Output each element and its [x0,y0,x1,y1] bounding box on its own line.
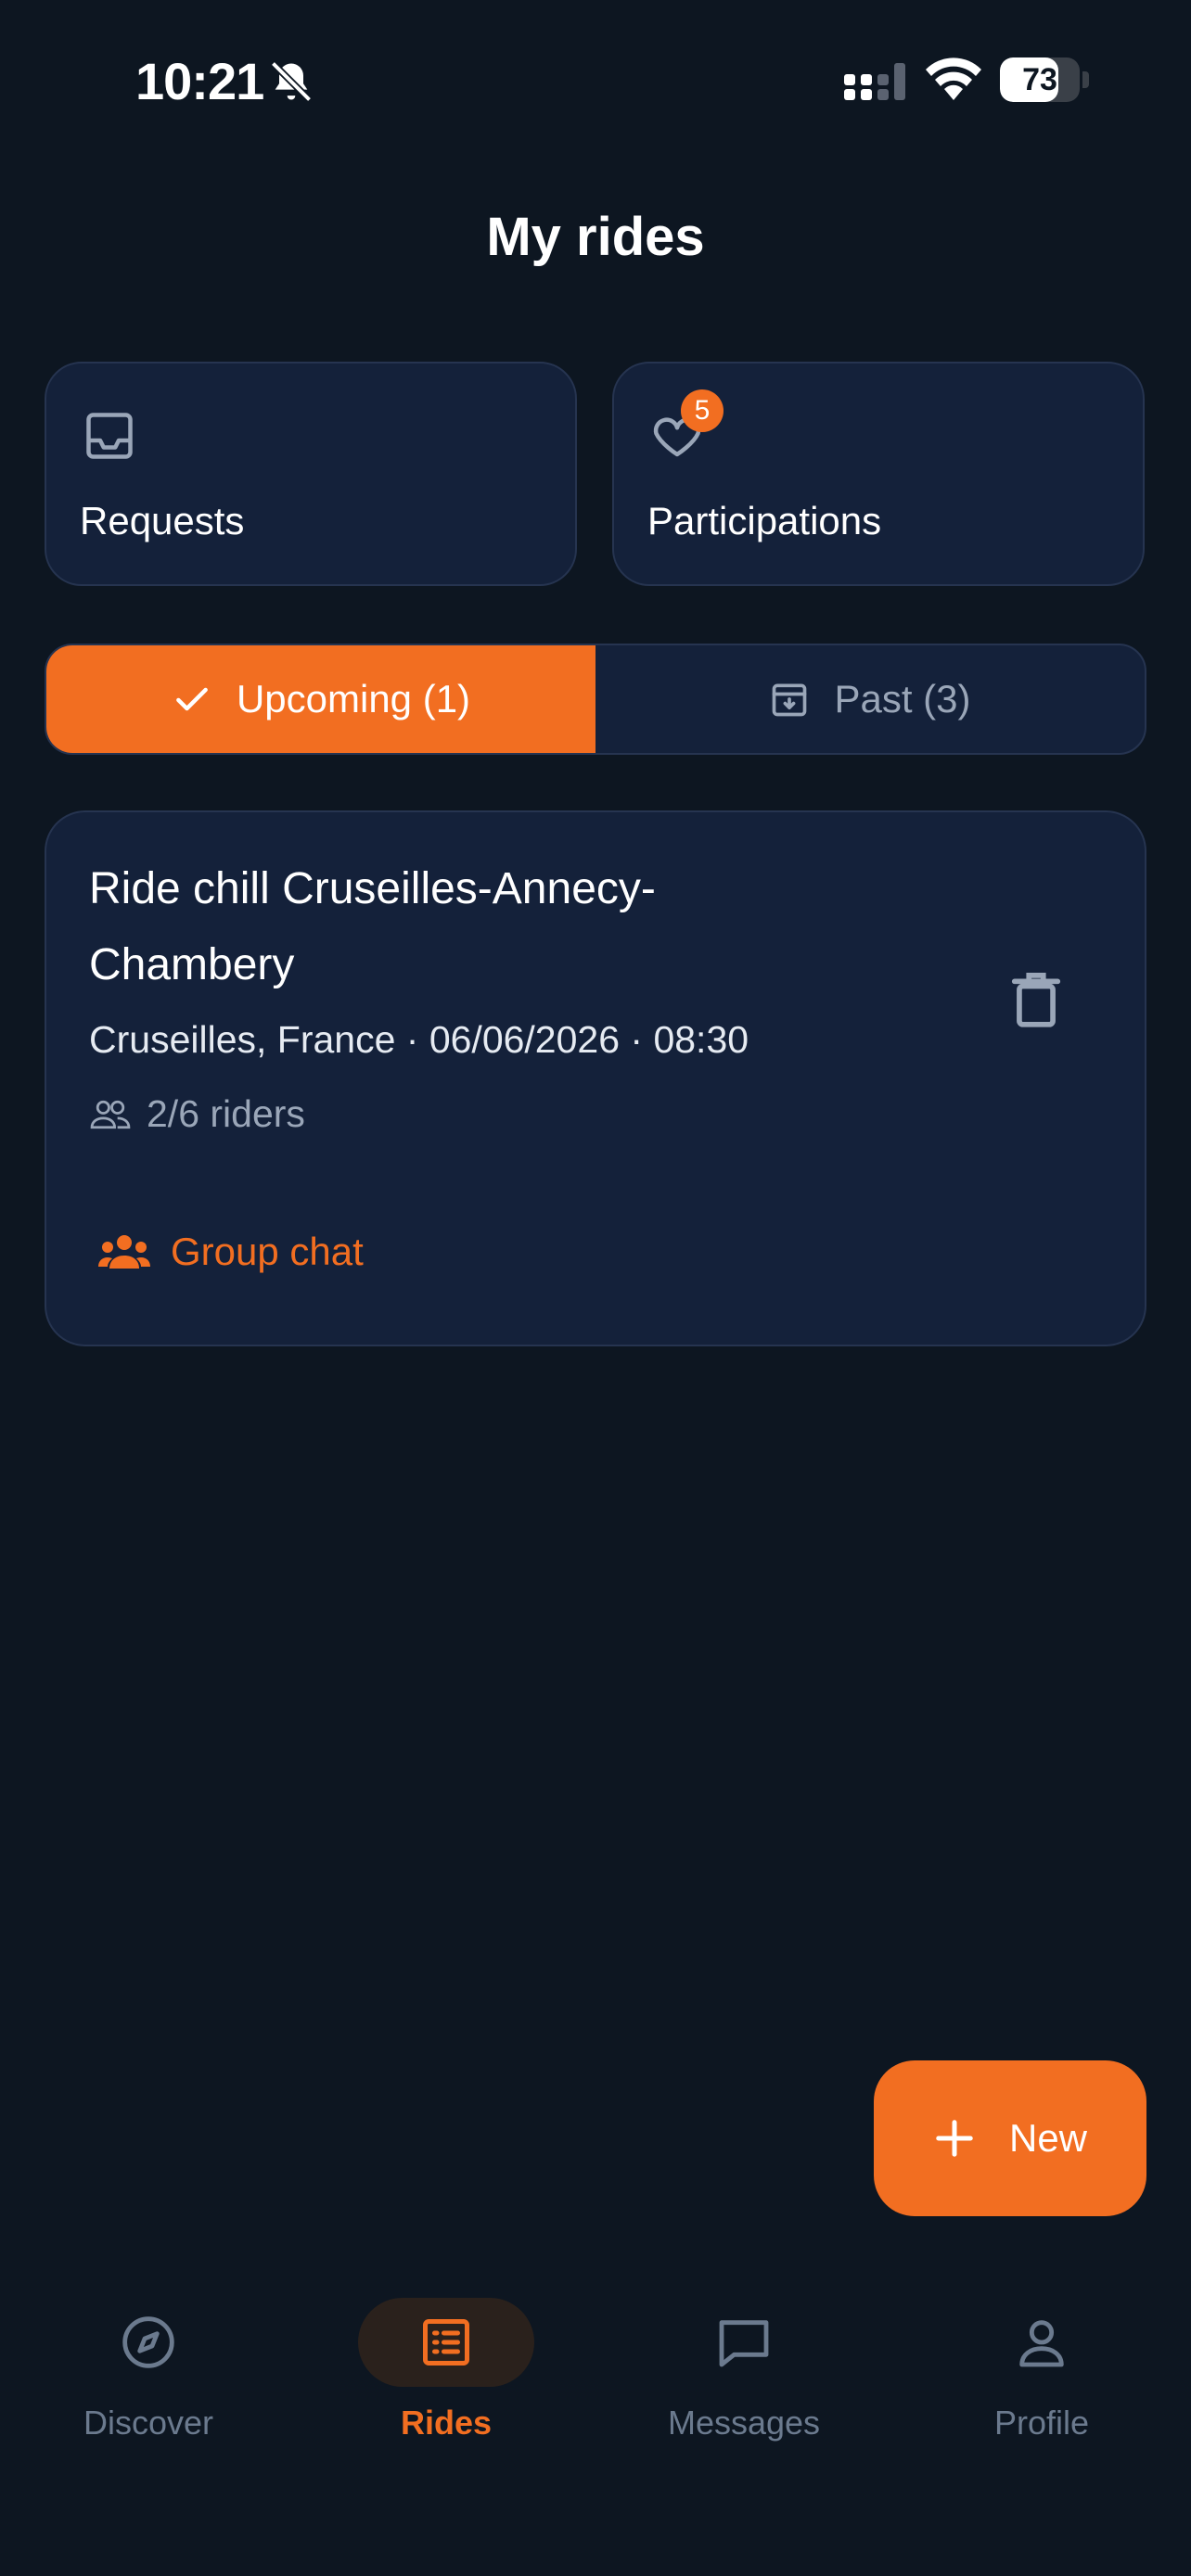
plus-icon [936,2120,973,2157]
people-icon [90,1100,131,1129]
bell-muted-icon [270,60,313,103]
new-ride-button[interactable]: New [874,2060,1146,2216]
list-icon [423,2319,469,2366]
wifi-icon [926,57,981,100]
ride-riders-count: 2/6 riders [147,1092,305,1135]
requests-card[interactable]: Requests [45,362,577,586]
ride-card[interactable]: Ride chill Cruseilles-Annecy-Chambery Cr… [45,810,1146,1346]
requests-label: Requests [80,499,245,542]
tab-past[interactable]: Past (3) [596,645,1145,753]
participations-card[interactable]: 5 Participations [612,362,1145,586]
group-chat-link[interactable]: Group chat [98,1230,364,1274]
inbox-icon [86,413,133,459]
ride-filter-segmented-control: Upcoming (1) Past (3) [45,644,1146,755]
cellular-signal-icon [844,63,905,100]
nav-profile-label: Profile [993,2404,1090,2442]
check-icon [176,687,208,711]
nav-rides-label: Rides [400,2404,493,2442]
delete-trash-icon[interactable] [1011,972,1061,1029]
user-icon [1019,2320,1064,2367]
group-chat-label: Group chat [171,1230,364,1273]
nav-profile[interactable]: Profile [893,2298,1190,2442]
status-time: 10:21 [135,52,264,110]
nav-messages[interactable]: Messages [596,2298,892,2442]
ride-location-date: Cruseilles, France · 06/06/2026 · 08:30 [89,1018,749,1061]
tab-upcoming-label: Upcoming (1) [236,677,471,721]
tab-past-label: Past (3) [834,677,971,721]
nav-messages-label: Messages [667,2404,821,2442]
ride-title: Ride chill Cruseilles-Annecy-Chambery [89,864,656,989]
nav-discover[interactable]: Discover [0,2298,297,2442]
tab-upcoming[interactable]: Upcoming (1) [46,645,596,753]
group-icon [98,1235,150,1269]
nav-discover-label: Discover [83,2404,214,2442]
participations-label: Participations [647,499,882,542]
battery-indicator: 73 [1000,57,1089,102]
archive-icon [773,683,807,717]
chat-bubble-icon [719,2320,769,2367]
nav-rides[interactable]: Rides [298,2298,595,2442]
compass-icon [122,2316,174,2368]
new-ride-label: New [1008,2116,1088,2160]
page-title: My rides [486,207,705,267]
participations-badge: 5 [681,389,724,432]
ride-riders: 2/6 riders [89,1092,305,1136]
battery-percent: 73 [1022,62,1057,97]
